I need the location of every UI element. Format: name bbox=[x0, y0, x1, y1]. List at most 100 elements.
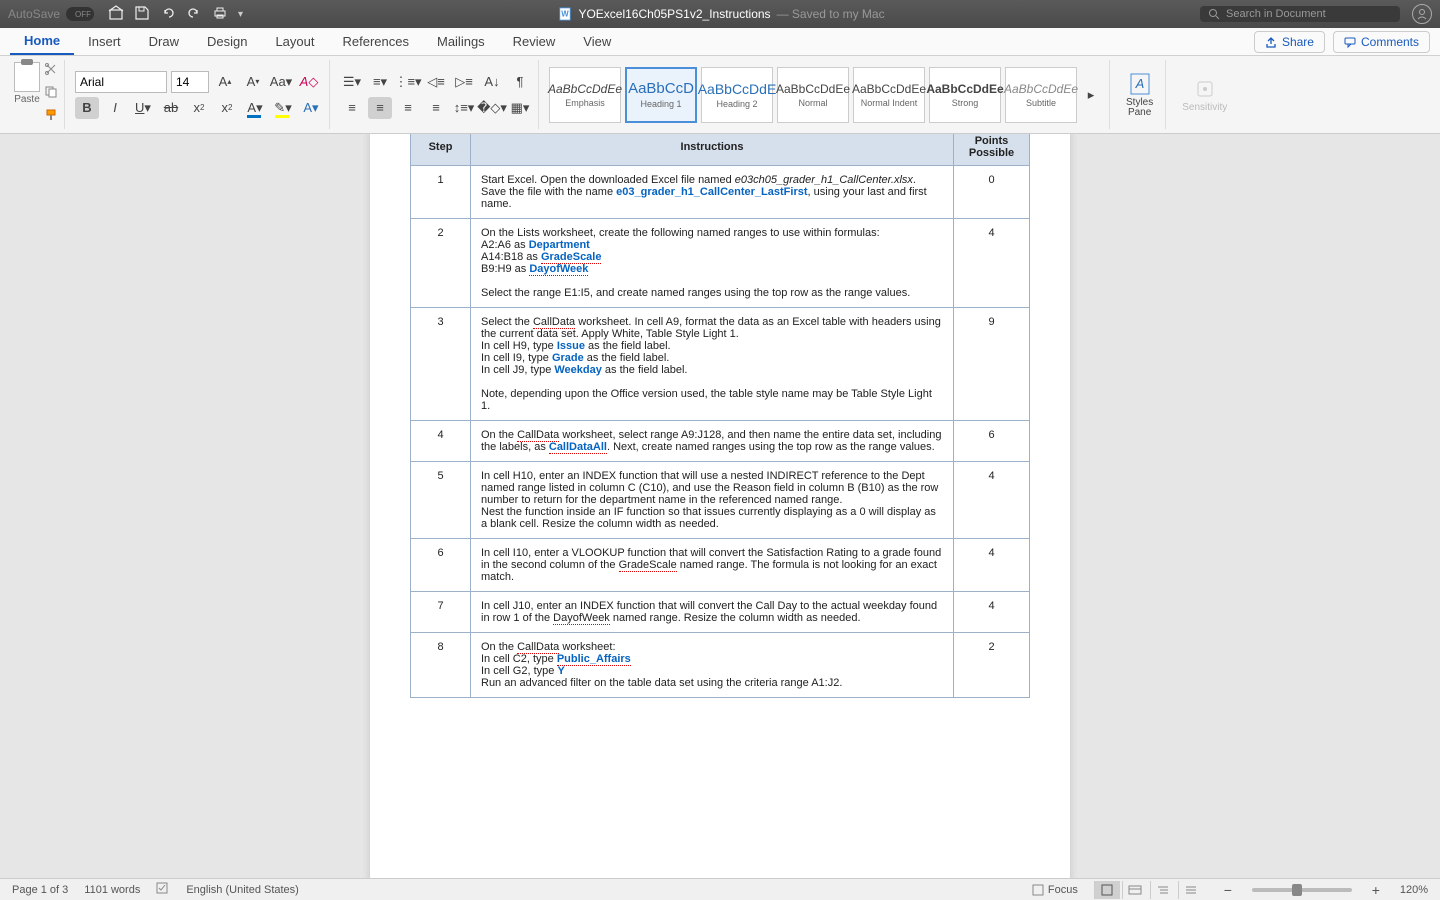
bullets-button[interactable]: ☰▾ bbox=[340, 71, 364, 93]
tab-mailings[interactable]: Mailings bbox=[423, 28, 499, 55]
zoom-slider[interactable] bbox=[1252, 888, 1352, 892]
autosave-toggle[interactable]: AutoSave OFF bbox=[8, 7, 94, 21]
page-indicator[interactable]: Page 1 of 3 bbox=[12, 884, 68, 896]
redo-icon[interactable] bbox=[186, 5, 202, 24]
font-size-select[interactable] bbox=[171, 71, 209, 93]
focus-mode-button[interactable]: Focus bbox=[1032, 884, 1078, 896]
titlebar: AutoSave OFF ▾ W YOExcel16Ch05PS1v2_Inst… bbox=[0, 0, 1440, 28]
highlight-button[interactable]: ✎▾ bbox=[271, 97, 295, 119]
style-strong[interactable]: AaBbCcDdEeStrong bbox=[929, 67, 1001, 123]
bold-button[interactable]: B bbox=[75, 97, 99, 119]
increase-indent-button[interactable]: ▷≡ bbox=[452, 71, 476, 93]
zoom-out-button[interactable]: − bbox=[1220, 882, 1236, 898]
zoom-in-button[interactable]: + bbox=[1368, 882, 1384, 898]
font-color-button[interactable]: A▾ bbox=[243, 97, 267, 119]
justify-button[interactable]: ≡ bbox=[424, 97, 448, 119]
align-left-button[interactable]: ≡ bbox=[340, 97, 364, 119]
points-cell: 2 bbox=[954, 633, 1030, 698]
sensitivity-label: Sensitivity bbox=[1182, 102, 1227, 113]
print-icon[interactable] bbox=[212, 5, 228, 24]
comments-button[interactable]: Comments bbox=[1333, 31, 1430, 53]
change-case-icon[interactable]: Aa▾ bbox=[269, 71, 293, 93]
tab-insert[interactable]: Insert bbox=[74, 28, 135, 55]
share-icon bbox=[1265, 36, 1277, 48]
borders-button[interactable]: ▦▾ bbox=[508, 97, 532, 119]
italic-button[interactable]: I bbox=[103, 97, 127, 119]
ribbon-home: Paste A▴ A▾ Aa▾ A◇ B I U▾ ab bbox=[0, 56, 1440, 134]
draft-view[interactable] bbox=[1178, 881, 1204, 899]
web-layout-view[interactable] bbox=[1122, 881, 1148, 899]
style-subtitle[interactable]: AaBbCcDdEeSubtitle bbox=[1005, 67, 1077, 123]
share-label: Share bbox=[1282, 35, 1314, 49]
increase-font-icon[interactable]: A▴ bbox=[213, 71, 237, 93]
undo-icon[interactable] bbox=[160, 5, 176, 24]
home-icon[interactable] bbox=[108, 5, 124, 24]
tab-references[interactable]: References bbox=[329, 28, 423, 55]
style-heading-2[interactable]: AaBbCcDdEHeading 2 bbox=[701, 67, 773, 123]
style-normal-indent[interactable]: AaBbCcDdEeNormal Indent bbox=[853, 67, 925, 123]
subscript-button[interactable]: x2 bbox=[187, 97, 211, 119]
clipboard-group: Paste bbox=[8, 60, 65, 129]
zoom-percent[interactable]: 120% bbox=[1400, 884, 1428, 896]
style-emphasis[interactable]: AaBbCcDdEeEmphasis bbox=[549, 67, 621, 123]
copy-icon[interactable] bbox=[44, 85, 58, 104]
style-normal[interactable]: AaBbCcDdEeNormal bbox=[777, 67, 849, 123]
align-right-button[interactable]: ≡ bbox=[396, 97, 420, 119]
styles-pane-button[interactable]: A StylesPane bbox=[1120, 72, 1159, 118]
numbering-button[interactable]: ≡▾ bbox=[368, 71, 392, 93]
step-cell: 7 bbox=[411, 592, 471, 633]
line-spacing-button[interactable]: ↕≡▾ bbox=[452, 97, 476, 119]
zoom-thumb[interactable] bbox=[1292, 884, 1302, 896]
header-step: Step bbox=[411, 134, 471, 166]
underline-button[interactable]: U▾ bbox=[131, 97, 155, 119]
paste-button[interactable]: Paste bbox=[14, 62, 40, 105]
tab-home[interactable]: Home bbox=[10, 28, 74, 55]
autosave-switch[interactable]: OFF bbox=[66, 7, 94, 21]
search-box[interactable]: Search in Document bbox=[1200, 6, 1400, 22]
clear-formatting-icon[interactable]: A◇ bbox=[297, 71, 321, 93]
tab-design[interactable]: Design bbox=[193, 28, 261, 55]
tab-view[interactable]: View bbox=[569, 28, 625, 55]
document-area[interactable]: Step Instructions Points Possible 1Start… bbox=[0, 134, 1440, 878]
table-row: 8On the CallData worksheet:In cell C2, t… bbox=[411, 633, 1030, 698]
show-marks-button[interactable]: ¶ bbox=[508, 71, 532, 93]
decrease-font-icon[interactable]: A▾ bbox=[241, 71, 265, 93]
comments-label: Comments bbox=[1361, 35, 1419, 49]
decrease-indent-button[interactable]: ◁≡ bbox=[424, 71, 448, 93]
format-painter-icon[interactable] bbox=[44, 108, 58, 127]
document-subtitle: — Saved to my Mac bbox=[777, 7, 885, 21]
titlebar-center: W YOExcel16Ch05PS1v2_Instructions — Save… bbox=[243, 7, 1200, 21]
styles-pane-group: A StylesPane bbox=[1114, 60, 1166, 129]
tab-draw[interactable]: Draw bbox=[135, 28, 193, 55]
document-title: YOExcel16Ch05PS1v2_Instructions bbox=[578, 7, 770, 21]
styles-gallery: AaBbCcDdEeEmphasis AaBbCcDHeading 1 AaBb… bbox=[549, 67, 1077, 123]
page-1: Step Instructions Points Possible 1Start… bbox=[370, 134, 1070, 878]
outline-view[interactable] bbox=[1150, 881, 1176, 899]
user-avatar[interactable] bbox=[1412, 4, 1432, 24]
tab-review[interactable]: Review bbox=[499, 28, 570, 55]
text-effects-button[interactable]: A▾ bbox=[299, 97, 323, 119]
spellcheck-icon[interactable] bbox=[156, 881, 170, 898]
paste-icon bbox=[14, 62, 40, 92]
step-cell: 1 bbox=[411, 166, 471, 219]
tab-layout[interactable]: Layout bbox=[261, 28, 328, 55]
language-indicator[interactable]: English (United States) bbox=[186, 884, 299, 896]
instructions-cell: In cell H10, enter an INDEX function tha… bbox=[471, 462, 954, 539]
sort-button[interactable]: A↓ bbox=[480, 71, 504, 93]
superscript-button[interactable]: x2 bbox=[215, 97, 239, 119]
header-points: Points Possible bbox=[954, 134, 1030, 166]
save-icon[interactable] bbox=[134, 5, 150, 24]
cut-icon[interactable] bbox=[44, 62, 58, 81]
align-center-button[interactable]: ≡ bbox=[368, 97, 392, 119]
multilevel-list-button[interactable]: ⋮≡▾ bbox=[396, 71, 420, 93]
print-layout-view[interactable] bbox=[1094, 881, 1120, 899]
shading-button[interactable]: �◇▾ bbox=[480, 97, 504, 119]
strikethrough-button[interactable]: ab bbox=[159, 97, 183, 119]
step-cell: 5 bbox=[411, 462, 471, 539]
share-button[interactable]: Share bbox=[1254, 31, 1325, 53]
style-heading-1[interactable]: AaBbCcDHeading 1 bbox=[625, 67, 697, 123]
word-count[interactable]: 1101 words bbox=[84, 884, 140, 896]
font-name-select[interactable] bbox=[75, 71, 167, 93]
points-cell: 4 bbox=[954, 462, 1030, 539]
styles-more-button[interactable]: ▸ bbox=[1079, 84, 1103, 106]
